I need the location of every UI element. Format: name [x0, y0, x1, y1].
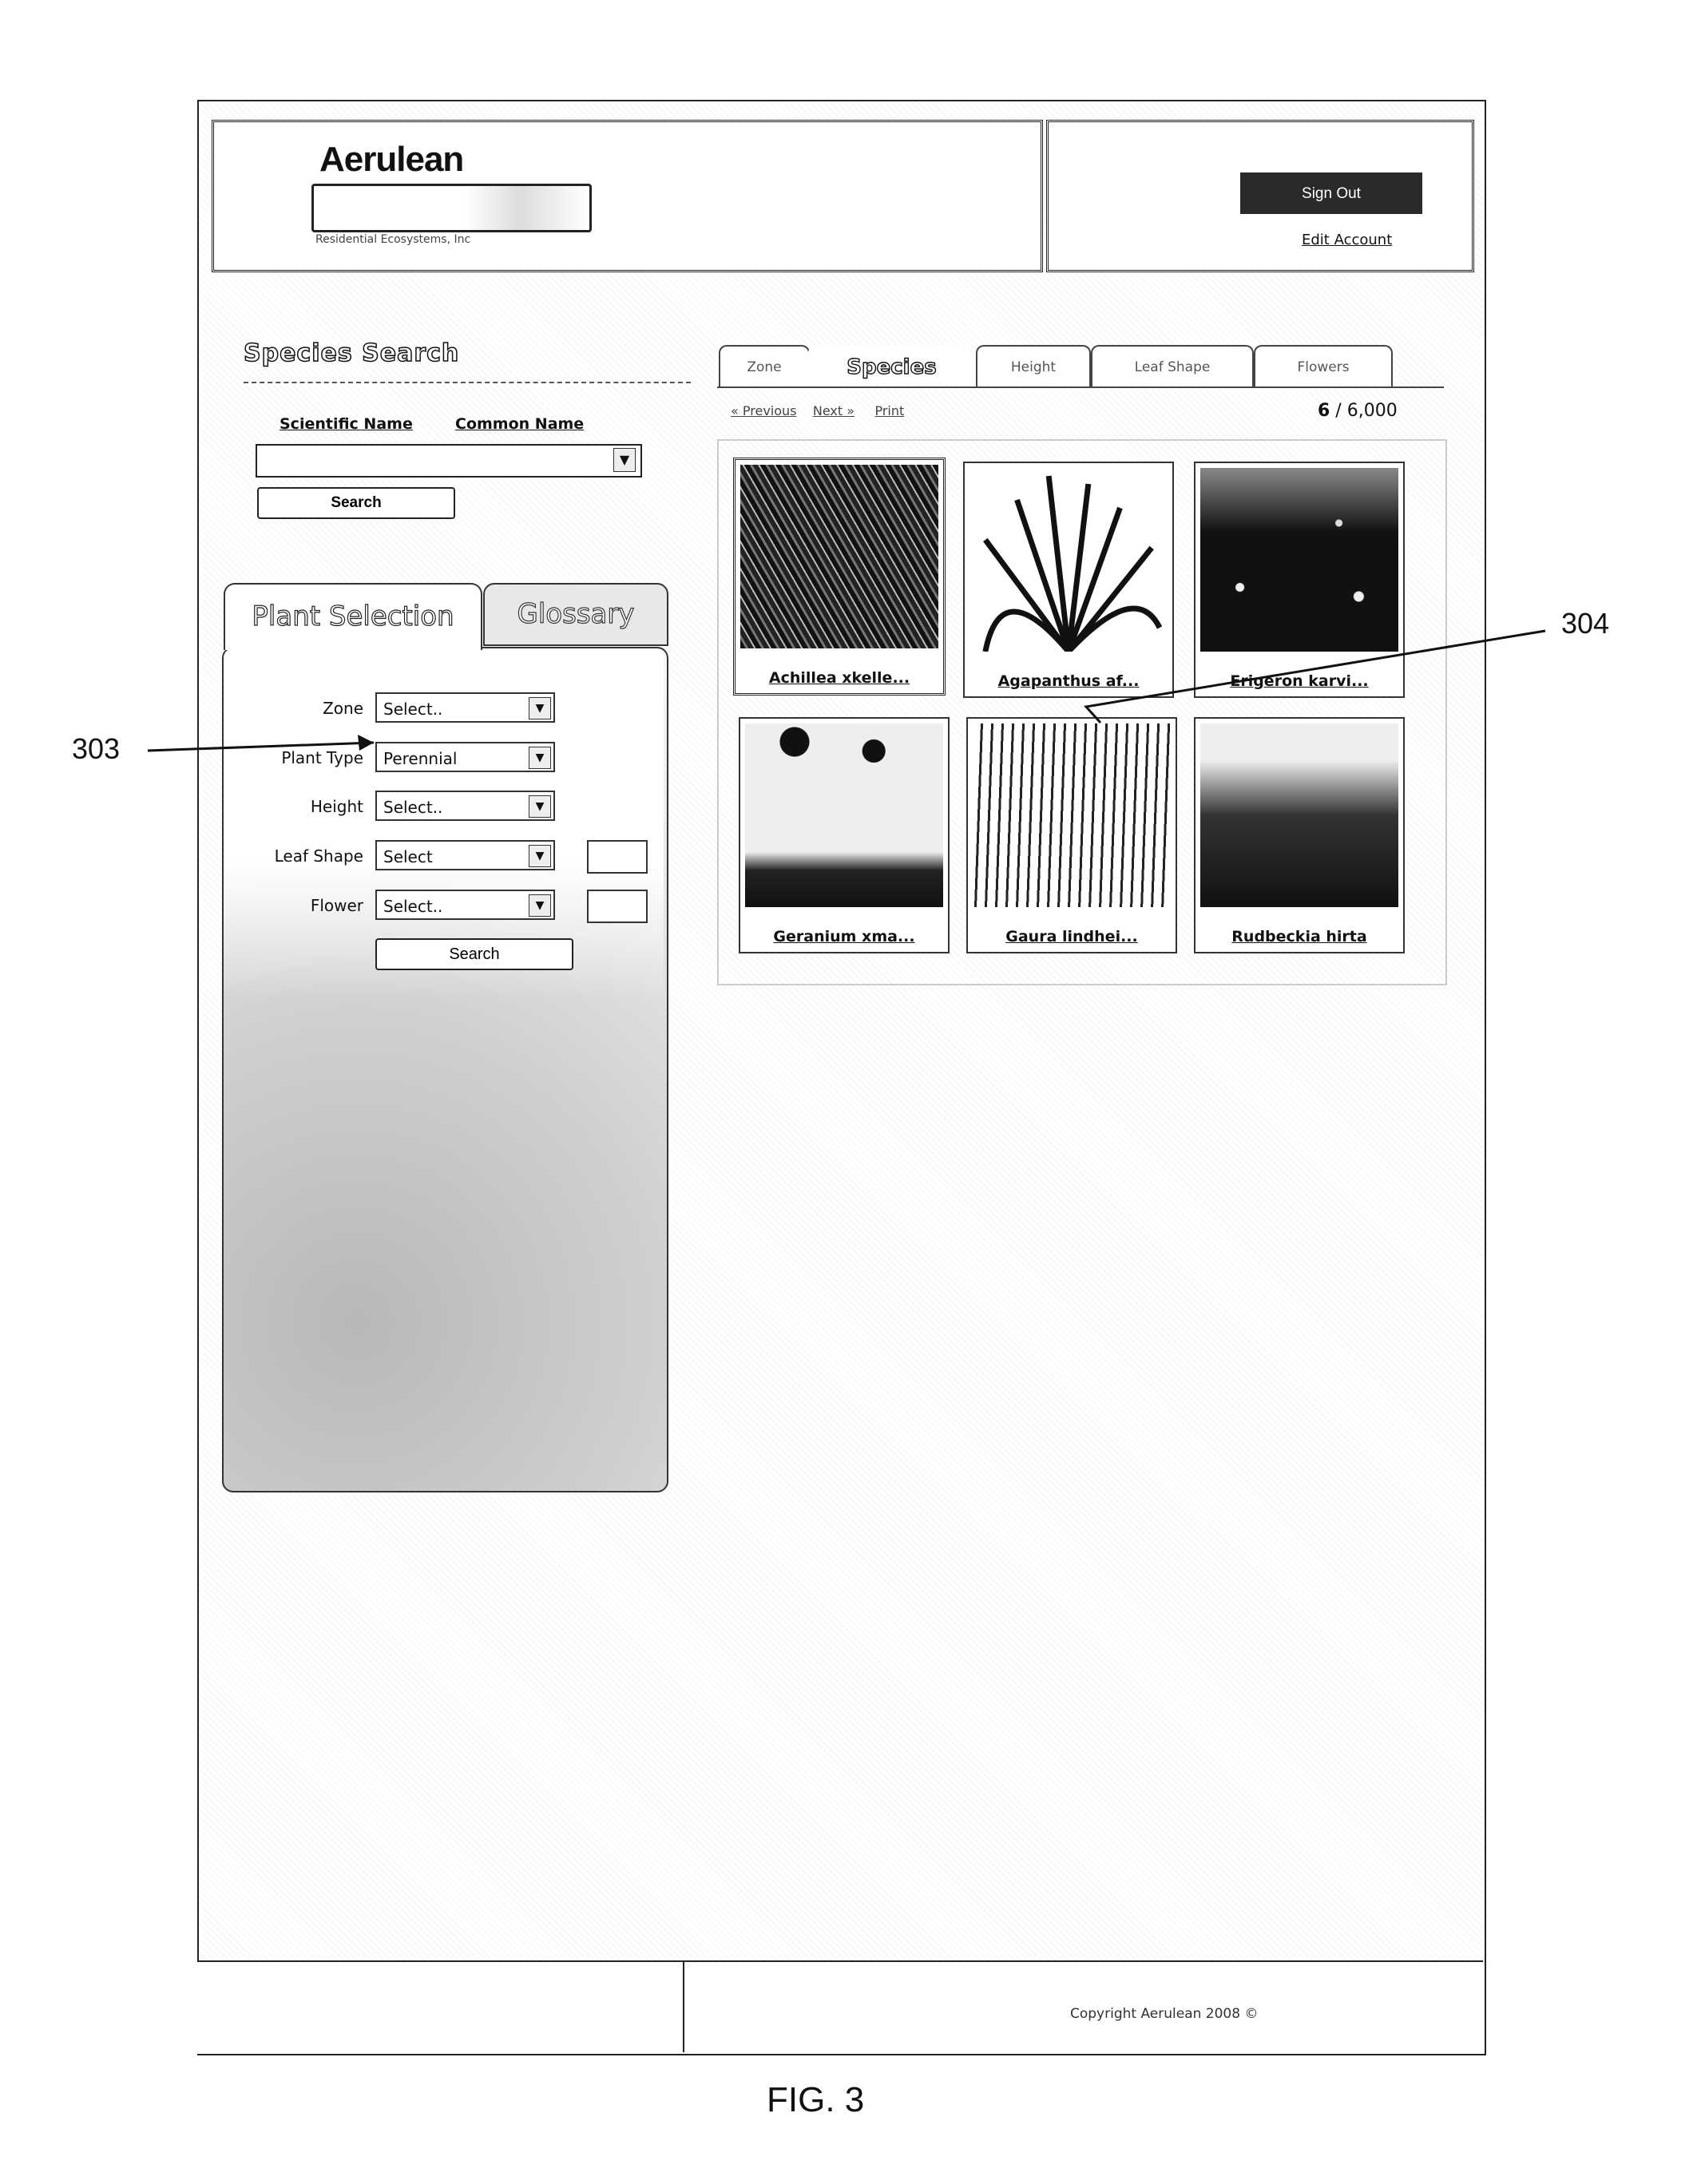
figure-label: FIG. 3: [767, 2080, 865, 2119]
callout-303: 303: [72, 732, 121, 765]
arrowhead-icon: [358, 735, 374, 751]
callout-304: 304: [1561, 607, 1610, 640]
callout-304-leader: [1084, 629, 1546, 724]
callout-303-leader: [147, 741, 375, 752]
callout-lines: [147, 629, 1546, 752]
